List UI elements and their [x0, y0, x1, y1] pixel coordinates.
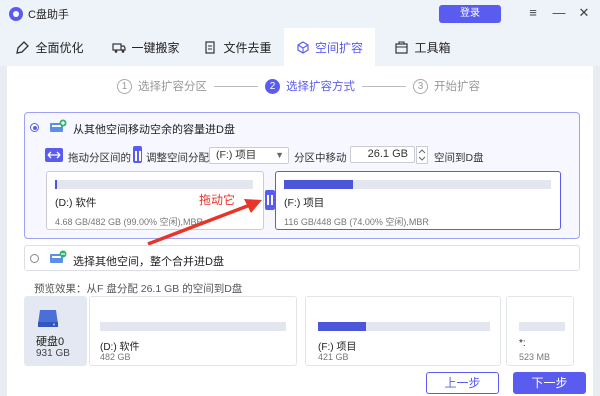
- drag-hint-text: 拖动分区间的: [68, 152, 131, 164]
- app-logo-icon: [9, 7, 23, 21]
- option-2-label: 选择其他空间，整个合并进D盘: [73, 256, 224, 268]
- tab-dedupe[interactable]: 文件去重: [192, 28, 284, 66]
- app-title: C盘助手: [28, 9, 69, 21]
- disk-name: 硬盘0: [36, 336, 65, 348]
- merge-icon: [49, 250, 67, 266]
- partition-f-name: (F:) 项目: [284, 197, 325, 209]
- move-from-text: 分区中移动: [294, 152, 347, 164]
- partition-icon: [49, 119, 67, 135]
- move-to-text: 空间到D盘: [434, 152, 484, 164]
- preview-d-name: (D:) 软件: [100, 342, 140, 353]
- hard-disk-icon: [37, 308, 59, 331]
- toolbox-icon: [395, 40, 409, 54]
- close-icon[interactable]: ✕: [575, 4, 593, 22]
- broom-icon: [16, 40, 30, 54]
- expand-icon: [296, 40, 309, 54]
- step-3-label: 开始扩容: [434, 81, 480, 93]
- preview-partition-f: (F:) 项目 421 GB: [305, 296, 501, 366]
- source-partition-select[interactable]: (F:) 项目 ▼: [209, 147, 289, 164]
- partition-f-usage-fill: [284, 180, 354, 189]
- step-3-number: 3: [413, 78, 428, 94]
- preview-f-name: (F:) 项目: [318, 342, 357, 353]
- partition-d-name: (D:) 软件: [55, 197, 97, 209]
- tab-toolbox[interactable]: 工具箱: [375, 28, 471, 66]
- handle-icon: [133, 146, 142, 163]
- drag-resize-icon: [45, 148, 63, 162]
- preview-partition-other: *: 523 MB: [506, 296, 574, 366]
- tab-move[interactable]: 一键搬家: [100, 28, 192, 66]
- partition-f-block[interactable]: (F:) 项目 116 GB/448 GB (74.00% 空闲),MBR: [275, 171, 561, 230]
- annotation-arrow-icon: [147, 199, 262, 246]
- minimize-icon[interactable]: —: [550, 4, 568, 22]
- tab-expand[interactable]: 空间扩容: [284, 28, 375, 66]
- step-1: 1 选择扩容分区: [117, 78, 207, 94]
- step-1-label: 选择扩容分区: [138, 81, 207, 93]
- amount-input[interactable]: 26.1 GB: [350, 146, 415, 163]
- step-3: 3 开始扩容: [413, 78, 480, 94]
- disk-size: 931 GB: [36, 348, 70, 359]
- option-1-radio[interactable]: [30, 123, 39, 132]
- tab-expand-label: 空间扩容: [314, 40, 363, 55]
- document-icon: [204, 40, 217, 54]
- step-1-number: 1: [117, 78, 132, 94]
- tab-optimize[interactable]: 全面优化: [0, 28, 100, 66]
- preview-partition-d: (D:) 软件 482 GB: [89, 296, 297, 366]
- adjust-text: 调整空间分配: [146, 152, 209, 164]
- amount-value: 26.1 GB: [367, 148, 408, 160]
- partition-f-info: 116 GB/448 GB (74.00% 空闲),MBR: [284, 217, 429, 227]
- tab-dedupe-label: 文件去重: [223, 40, 272, 55]
- partition-d-usage-bar: [55, 180, 253, 189]
- preview-other-name: *:: [519, 338, 526, 349]
- option-1-label: 从其他空间移动空余的容量进D盘: [73, 124, 235, 136]
- partition-d-usage-fill: [55, 180, 57, 189]
- preview-d-size: 482 GB: [100, 352, 131, 362]
- step-divider: [362, 86, 406, 87]
- option-2-radio[interactable]: [30, 254, 39, 263]
- tab-optimize-label: 全面优化: [35, 40, 84, 55]
- tab-move-label: 一键搬家: [131, 40, 180, 55]
- step-2-label: 选择扩容方式: [286, 81, 355, 93]
- login-button[interactable]: 登录: [439, 5, 501, 23]
- truck-icon: [112, 41, 127, 54]
- amount-stepper[interactable]: [416, 146, 428, 164]
- preview-d-usage-bar: [100, 322, 286, 331]
- next-button[interactable]: 下一步: [513, 372, 586, 394]
- menu-icon[interactable]: ≡: [524, 4, 542, 22]
- partition-f-usage-bar: [284, 180, 551, 189]
- prev-button[interactable]: 上一步: [426, 372, 499, 394]
- preview-other-size: 523 MB: [519, 352, 551, 362]
- disk-card: 硬盘0 931 GB: [24, 296, 87, 366]
- preview-label: 预览效果：从F 盘分配 26.1 GB 的空间到D盘: [34, 283, 243, 295]
- step-divider: [214, 86, 258, 87]
- step-2-number: 2: [265, 78, 280, 94]
- tab-toolbox-label: 工具箱: [414, 40, 451, 55]
- step-2: 2 选择扩容方式: [265, 78, 355, 94]
- preview-f-usage-bar: [318, 322, 490, 331]
- source-partition-value: (F:) 项目: [216, 149, 257, 161]
- chevron-down-icon: ▼: [275, 150, 284, 160]
- preview-f-usage-fill: [318, 322, 367, 331]
- preview-f-size: 421 GB: [318, 352, 349, 362]
- title-bar: C盘助手: [0, 0, 600, 28]
- preview-other-usage-bar: [519, 322, 565, 331]
- main-nav: 全面优化 一键搬家 文件去重 空间扩容 工具箱: [0, 28, 600, 66]
